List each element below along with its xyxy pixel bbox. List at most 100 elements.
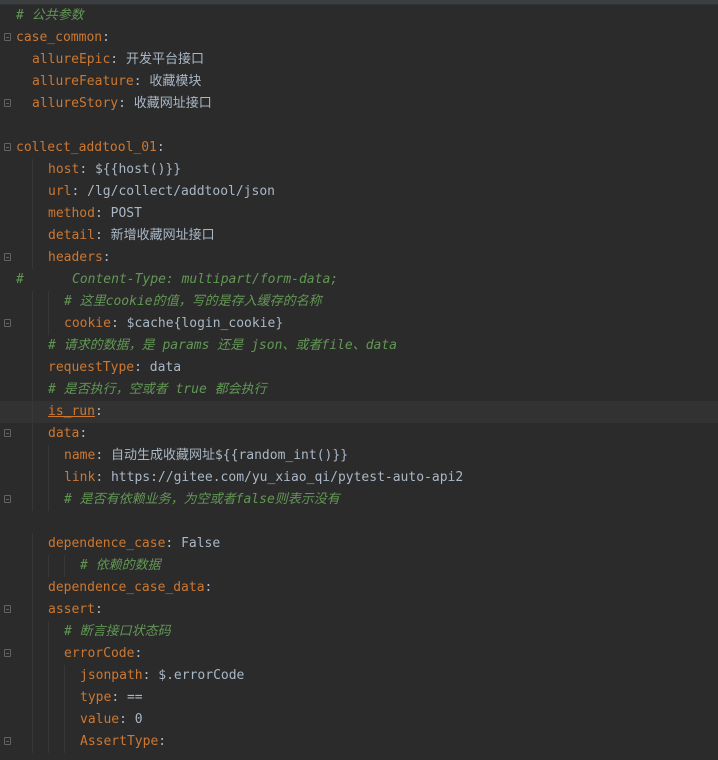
colon: : bbox=[158, 734, 167, 749]
indent-guide bbox=[64, 709, 65, 731]
fold-toggle-icon[interactable] bbox=[4, 495, 11, 503]
yaml-key-value: dependence_case_data: bbox=[48, 577, 212, 599]
colon: : bbox=[71, 184, 80, 199]
code-line[interactable]: cookie: $cache{login_cookie} bbox=[0, 313, 718, 335]
code-line[interactable] bbox=[0, 115, 718, 137]
code-line[interactable]: # 依赖的数据 bbox=[0, 555, 718, 577]
code-editor[interactable]: # 公共参数 case_common: allureEpic: 开发平台接口 allu… bbox=[0, 0, 718, 760]
code-comment: # 这里cookie的值，写的是存入缓存的名称 bbox=[64, 291, 322, 313]
code-line[interactable]: allureEpic: 开发平台接口 bbox=[0, 49, 718, 71]
indent-guide bbox=[32, 291, 33, 313]
fold-toggle-icon[interactable] bbox=[4, 429, 11, 437]
code-line[interactable]: data: bbox=[0, 423, 718, 445]
code-line[interactable]: # 这里cookie的值，写的是存入缓存的名称 bbox=[0, 291, 718, 313]
indent-guide bbox=[32, 489, 33, 511]
code-line[interactable]: errorCode: bbox=[0, 643, 718, 665]
yaml-key: allureFeature bbox=[32, 74, 134, 89]
colon: : bbox=[79, 162, 88, 177]
indent-guide bbox=[32, 599, 33, 621]
indent-guide bbox=[32, 577, 33, 599]
code-line[interactable]: jsonpath: $.errorCode bbox=[0, 665, 718, 687]
code-comment: # 请求的数据，是 params 还是 json、或者file、data bbox=[48, 335, 397, 357]
indent-guide bbox=[48, 489, 49, 511]
comment-text: Content-Type: multipart/form-data; bbox=[72, 272, 339, 287]
code-line[interactable]: url: /lg/collect/addtool/json bbox=[0, 181, 718, 203]
yaml-key: url bbox=[48, 184, 72, 199]
indent-guide bbox=[32, 203, 33, 225]
code-line[interactable]: is_run: bbox=[0, 401, 718, 423]
yaml-key-value: detail: 新增收藏网址接口 bbox=[48, 225, 215, 247]
code-line[interactable]: # Content-Type: multipart/form-data; bbox=[0, 269, 718, 291]
indent-guide bbox=[32, 731, 33, 753]
comment-text: # 请求的数据，是 params 还是 json、或者file、data bbox=[48, 338, 398, 353]
colon: : bbox=[134, 646, 143, 661]
indent-guide bbox=[48, 643, 49, 665]
yaml-key: requestType bbox=[48, 360, 135, 375]
yaml-key-value: type: == bbox=[80, 687, 143, 709]
fold-toggle-icon[interactable] bbox=[4, 253, 11, 261]
yaml-value: data bbox=[149, 360, 182, 375]
fold-toggle-icon[interactable] bbox=[4, 143, 11, 151]
code-line[interactable]: # 请求的数据，是 params 还是 json、或者file、data bbox=[0, 335, 718, 357]
code-line[interactable]: name: 自动生成收藏网址${{random_int()}} bbox=[0, 445, 718, 467]
code-line[interactable]: value: 0 bbox=[0, 709, 718, 731]
fold-toggle-icon[interactable] bbox=[4, 737, 11, 745]
code-line[interactable]: case_common: bbox=[0, 27, 718, 49]
yaml-key: AssertType bbox=[80, 734, 159, 749]
yaml-key-value: requestType: data bbox=[48, 357, 181, 379]
indent-guide bbox=[32, 247, 33, 269]
code-line[interactable]: headers: bbox=[0, 247, 718, 269]
code-line[interactable]: method: POST bbox=[0, 203, 718, 225]
yaml-key-value: name: 自动生成收藏网址${{random_int()}} bbox=[64, 445, 348, 467]
fold-toggle-icon[interactable] bbox=[4, 99, 11, 107]
yaml-key-value: data: bbox=[48, 423, 87, 445]
colon: : bbox=[156, 140, 165, 155]
yaml-key: collect_addtool_01 bbox=[16, 140, 157, 155]
yaml-key-value: errorCode: bbox=[64, 643, 142, 665]
indent-guide bbox=[64, 665, 65, 687]
fold-toggle-icon[interactable] bbox=[4, 319, 11, 327]
code-line[interactable]: # 是否有依赖业务，为空或者false则表示没有 bbox=[0, 489, 718, 511]
colon: : bbox=[95, 470, 104, 485]
code-line[interactable]: dependence_case: False bbox=[0, 533, 718, 555]
code-line[interactable]: allureStory: 收藏网址接口 bbox=[0, 93, 718, 115]
yaml-key-value: host: ${{host()}} bbox=[48, 159, 181, 181]
code-line[interactable]: type: == bbox=[0, 687, 718, 709]
code-lines[interactable]: # 公共参数 case_common: allureEpic: 开发平台接口 allu… bbox=[0, 5, 718, 753]
colon: : bbox=[94, 206, 103, 221]
yaml-key-value: jsonpath: $.errorCode bbox=[80, 665, 244, 687]
code-line[interactable] bbox=[0, 511, 718, 533]
code-line[interactable]: host: ${{host()}} bbox=[0, 159, 718, 181]
code-line[interactable]: AssertType: bbox=[0, 731, 718, 753]
yaml-value: https://gitee.com/yu_xiao_qi/pytest-auto… bbox=[110, 470, 464, 485]
indent-guide bbox=[32, 445, 33, 467]
indent-guide bbox=[32, 709, 33, 731]
code-line[interactable]: collect_addtool_01: bbox=[0, 137, 718, 159]
code-line[interactable]: # 断言接口状态码 bbox=[0, 621, 718, 643]
yaml-value: 开发平台接口 bbox=[125, 52, 204, 67]
indent-guide bbox=[32, 643, 33, 665]
code-line[interactable]: assert: bbox=[0, 599, 718, 621]
yaml-value: 收藏网址接口 bbox=[133, 96, 212, 111]
indent-guide bbox=[48, 291, 49, 313]
colon: : bbox=[119, 712, 127, 727]
code-line[interactable]: allureFeature: 收藏模块 bbox=[0, 71, 718, 93]
fold-toggle-icon[interactable] bbox=[4, 649, 11, 657]
code-line[interactable]: # 是否执行，空或者 true 都会执行 bbox=[0, 379, 718, 401]
code-line[interactable]: dependence_case_data: bbox=[0, 577, 718, 599]
indent-guide bbox=[32, 379, 33, 401]
code-line[interactable]: link: https://gitee.com/yu_xiao_qi/pytes… bbox=[0, 467, 718, 489]
comment-text: # 断言接口状态码 bbox=[64, 624, 171, 639]
indent-guide bbox=[32, 159, 33, 181]
yaml-key-value: value: 0 bbox=[80, 709, 143, 731]
yaml-key: value bbox=[80, 712, 120, 727]
colon: : bbox=[118, 96, 126, 111]
code-line[interactable]: # 公共参数 bbox=[0, 5, 718, 27]
code-line[interactable]: requestType: data bbox=[0, 357, 718, 379]
fold-toggle-icon[interactable] bbox=[4, 605, 11, 613]
indent-guide bbox=[32, 181, 33, 203]
fold-toggle-icon[interactable] bbox=[4, 33, 11, 41]
indent-guide bbox=[64, 731, 65, 753]
code-line[interactable]: detail: 新增收藏网址接口 bbox=[0, 225, 718, 247]
yaml-value: ${{host()}} bbox=[94, 162, 182, 177]
